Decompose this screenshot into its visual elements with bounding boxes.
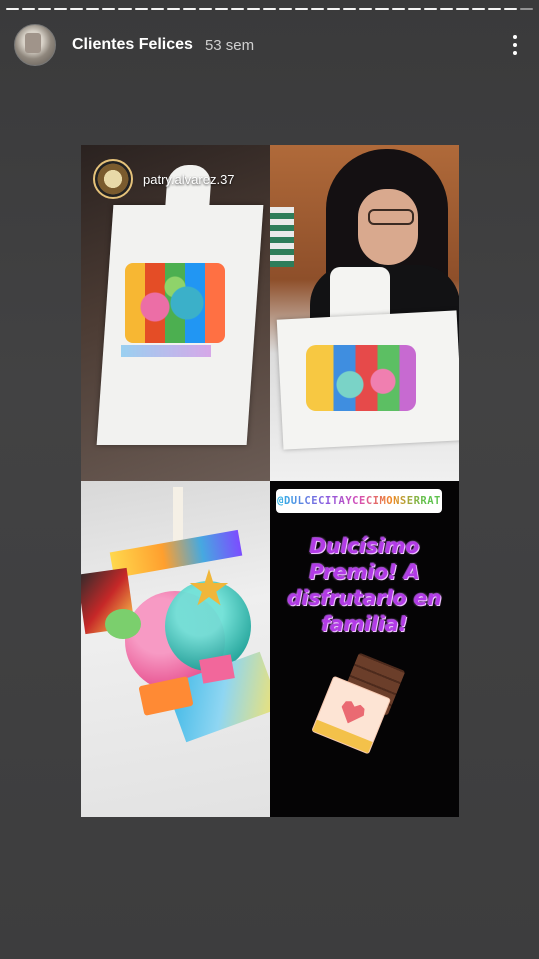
progress-segment xyxy=(407,8,421,10)
photo-user-tag: patry.alvarez.37 xyxy=(93,159,235,199)
mention-sticker[interactable]: @DULCECITAYCECIMONSERRAT xyxy=(276,489,442,513)
progress-segment xyxy=(86,8,100,10)
progress-segment xyxy=(439,8,453,10)
progress-segment xyxy=(295,8,309,10)
more-options-icon[interactable] xyxy=(505,31,525,59)
progress-segment xyxy=(391,8,405,10)
progress-segment xyxy=(246,8,260,10)
progress-segment xyxy=(279,8,293,10)
promo-panel: @DULCECITAYCECIMONSERRAT Dulcísimo Premi… xyxy=(270,481,459,817)
story-viewer[interactable]: Clientes Felices 53 sem patry.alvarez.37 xyxy=(0,0,539,959)
progress-segment xyxy=(198,8,212,10)
progress-segment xyxy=(22,8,36,10)
progress-segment xyxy=(54,8,68,10)
progress-segment xyxy=(134,8,148,10)
chocolate-bar-heart-icon xyxy=(312,652,406,754)
progress-segment xyxy=(423,8,437,10)
progress-segment xyxy=(455,8,469,10)
progress-segment xyxy=(359,8,373,10)
progress-segment xyxy=(327,8,341,10)
story-collage-image: patry.alvarez.37 @DULCECITAYCECIMONSERRA… xyxy=(81,145,459,817)
photo-box-with-candies: patry.alvarez.37 xyxy=(81,145,270,481)
progress-segment xyxy=(38,8,52,10)
progress-segment xyxy=(182,8,196,10)
story-progress-bar xyxy=(6,8,534,11)
progress-segment xyxy=(230,8,244,10)
mention-text: @DULCECITAYCECIMONSERRAT xyxy=(277,495,441,507)
story-header: Clientes Felices 53 sem xyxy=(14,24,525,66)
progress-segment xyxy=(375,8,389,10)
progress-segment xyxy=(520,8,534,10)
progress-segment xyxy=(487,8,501,10)
progress-segment xyxy=(118,8,132,10)
progress-segment xyxy=(214,8,228,10)
progress-segment xyxy=(6,8,20,10)
promo-text: Dulcísimo Premio! A disfrutarlo en famil… xyxy=(287,534,442,636)
progress-segment xyxy=(102,8,116,10)
username-label[interactable]: Clientes Felices xyxy=(72,36,193,54)
progress-segment xyxy=(166,8,180,10)
photo-woman-with-box xyxy=(270,145,459,481)
progress-segment xyxy=(343,8,357,10)
progress-segment xyxy=(263,8,277,10)
progress-segment xyxy=(150,8,164,10)
photo-username: patry.alvarez.37 xyxy=(143,171,235,187)
photo-candies-closeup xyxy=(81,481,270,817)
progress-segment xyxy=(70,8,84,10)
progress-segment xyxy=(311,8,325,10)
progress-segment xyxy=(471,8,485,10)
progress-segment xyxy=(503,8,517,10)
timestamp-label: 53 sem xyxy=(204,36,255,54)
profile-avatar[interactable] xyxy=(14,24,56,66)
user-avatar-icon xyxy=(93,159,133,199)
